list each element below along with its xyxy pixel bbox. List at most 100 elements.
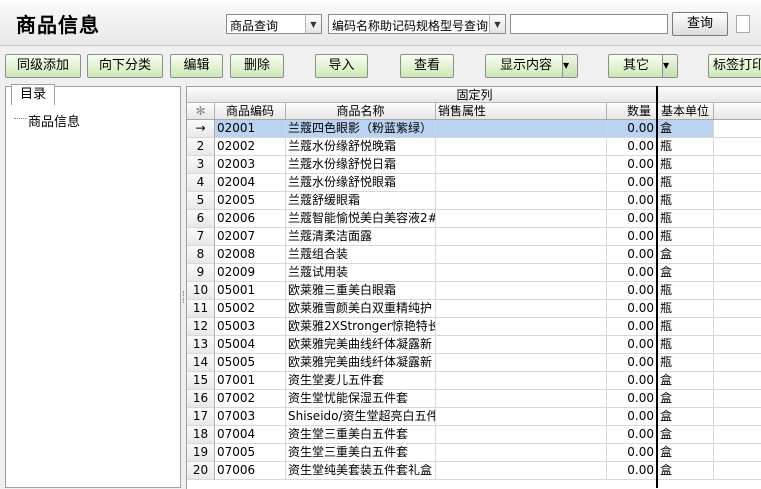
cell-unit[interactable]: 瓶 <box>658 138 714 156</box>
cell-name[interactable]: 兰蔻智能愉悦美白美容液2# <box>286 210 436 228</box>
cell-name[interactable]: Shiseido/资生堂超亮白五件 <box>286 408 436 426</box>
cell-sales-attr[interactable] <box>436 192 607 210</box>
cell-code[interactable]: 02005 <box>215 192 286 210</box>
cell-sales-attr[interactable] <box>436 174 607 192</box>
cell-sales-attr[interactable] <box>436 282 607 300</box>
cell-name[interactable]: 兰蔻水份缘舒悦日霜 <box>286 156 436 174</box>
cell-name[interactable]: 欧莱雅完美曲线纤体凝露新 <box>286 354 436 372</box>
cell-quantity[interactable]: 0.00 <box>607 120 658 138</box>
cell-unit[interactable]: 瓶 <box>658 354 714 372</box>
tab-catalog[interactable]: 目录 <box>11 84 55 105</box>
row-number[interactable]: 8 <box>187 246 215 264</box>
row-number[interactable]: 19 <box>187 444 215 462</box>
table-row[interactable]: 12 05003 欧莱雅2XStronger惊艳特长 0.00 瓶 <box>187 318 761 336</box>
cell-code[interactable]: 02001 <box>215 120 286 138</box>
cell-quantity[interactable]: 0.00 <box>607 336 658 354</box>
table-row[interactable]: 15 07001 资生堂麦儿五件套 0.00 盒 <box>187 372 761 390</box>
cell-sales-attr[interactable] <box>436 318 607 336</box>
cell-name[interactable]: 资生堂忧能保湿五件套 <box>286 390 436 408</box>
cell-name[interactable]: 兰蔻水份缘舒悦眼霜 <box>286 174 436 192</box>
row-number[interactable]: 9 <box>187 264 215 282</box>
cell-code[interactable]: 02006 <box>215 210 286 228</box>
query-field-select[interactable]: 编码名称助记码规格型号查询 ▼ <box>328 14 506 34</box>
header-extra-control[interactable] <box>736 15 750 33</box>
table-row[interactable]: 19 07005 资生堂三重美白五件套 0.00 盒 <box>187 444 761 462</box>
row-number[interactable]: 18 <box>187 426 215 444</box>
cell-name[interactable]: 欧莱雅雪颜美白双重精纯护 <box>286 300 436 318</box>
cell-quantity[interactable]: 0.00 <box>607 246 658 264</box>
cell-unit[interactable]: 盒 <box>658 372 714 390</box>
cell-quantity[interactable]: 0.00 <box>607 318 658 336</box>
frozen-column-divider[interactable] <box>656 86 658 488</box>
table-row[interactable]: 2 02002 兰蔻水份缘舒悦晚霜 0.00 瓶 <box>187 138 761 156</box>
edit-button[interactable]: 编辑 <box>170 54 223 78</box>
cell-name[interactable]: 兰蔻四色眼影（粉蓝紫绿） <box>286 120 436 138</box>
cell-code[interactable]: 05002 <box>215 300 286 318</box>
cell-code[interactable]: 07003 <box>215 408 286 426</box>
cell-quantity[interactable]: 0.00 <box>607 264 658 282</box>
row-number[interactable]: 13 <box>187 336 215 354</box>
row-number[interactable]: 14 <box>187 354 215 372</box>
cell-code[interactable]: 05005 <box>215 354 286 372</box>
cell-sales-attr[interactable] <box>436 444 607 462</box>
column-header-quantity[interactable]: 数量 <box>607 103 658 119</box>
other-button[interactable]: 其它 ▼ <box>608 54 678 78</box>
table-row[interactable]: 13 05004 欧莱雅完美曲线纤体凝露新 0.00 瓶 <box>187 336 761 354</box>
chevron-down-icon[interactable]: ▼ <box>305 15 321 33</box>
import-button[interactable]: 导入 <box>315 54 368 78</box>
cell-quantity[interactable]: 0.00 <box>607 138 658 156</box>
table-row[interactable]: 6 02006 兰蔻智能愉悦美白美容液2# 0.00 瓶 <box>187 210 761 228</box>
table-row[interactable]: 7 02007 兰蔻清柔洁面露 0.00 瓶 <box>187 228 761 246</box>
cell-sales-attr[interactable] <box>436 228 607 246</box>
cell-sales-attr[interactable] <box>436 156 607 174</box>
cell-code[interactable]: 02003 <box>215 156 286 174</box>
cell-unit[interactable]: 瓶 <box>658 282 714 300</box>
cell-sales-attr[interactable] <box>436 300 607 318</box>
view-button[interactable]: 查看 <box>400 54 454 78</box>
cell-sales-attr[interactable] <box>436 372 607 390</box>
cell-sales-attr[interactable] <box>436 408 607 426</box>
cell-code[interactable]: 07002 <box>215 390 286 408</box>
chevron-down-icon[interactable]: ▼ <box>489 15 505 33</box>
cell-code[interactable]: 02009 <box>215 264 286 282</box>
table-row[interactable]: 14 05005 欧莱雅完美曲线纤体凝露新 0.00 瓶 <box>187 354 761 372</box>
label-print-button[interactable]: 标签打印 <box>708 54 761 78</box>
table-row[interactable]: 4 02004 兰蔻水份缘舒悦眼霜 0.00 瓶 <box>187 174 761 192</box>
cell-unit[interactable]: 盒 <box>658 120 714 138</box>
cell-sales-attr[interactable] <box>436 462 607 480</box>
panel-splitter-handle[interactable]: ⁞ ⁞ <box>182 290 185 320</box>
row-number[interactable]: 17 <box>187 408 215 426</box>
cell-unit[interactable]: 瓶 <box>658 300 714 318</box>
cell-unit[interactable]: 盒 <box>658 426 714 444</box>
row-number[interactable]: 11 <box>187 300 215 318</box>
cell-name[interactable]: 兰蔻水份缘舒悦晚霜 <box>286 138 436 156</box>
table-row[interactable]: 20 07006 资生堂纯美套装五件套礼盒 0.00 盒 <box>187 462 761 480</box>
row-number[interactable]: 15 <box>187 372 215 390</box>
column-header-sales-attr[interactable]: 销售属性 <box>436 103 607 119</box>
column-header-code[interactable]: 商品编码 <box>215 103 286 119</box>
table-row[interactable]: 11 05002 欧莱雅雪颜美白双重精纯护 0.00 瓶 <box>187 300 761 318</box>
table-row[interactable]: 5 02005 兰蔻舒缓眼霜 0.00 瓶 <box>187 192 761 210</box>
cell-name[interactable]: 欧莱雅三重美白眼霜 <box>286 282 436 300</box>
column-header-name[interactable]: 商品名称 <box>286 103 436 119</box>
cell-sales-attr[interactable] <box>436 210 607 228</box>
cell-quantity[interactable]: 0.00 <box>607 300 658 318</box>
chevron-down-icon[interactable]: ▼ <box>662 55 677 77</box>
cell-name[interactable]: 兰蔻试用装 <box>286 264 436 282</box>
table-row[interactable]: 10 05001 欧莱雅三重美白眼霜 0.00 瓶 <box>187 282 761 300</box>
table-row[interactable]: 17 07003 Shiseido/资生堂超亮白五件 0.00 盒 <box>187 408 761 426</box>
cell-quantity[interactable]: 0.00 <box>607 354 658 372</box>
cell-name[interactable]: 兰蔻组合装 <box>286 246 436 264</box>
cell-quantity[interactable]: 0.00 <box>607 282 658 300</box>
cell-unit[interactable]: 盒 <box>658 444 714 462</box>
cell-sales-attr[interactable] <box>436 138 607 156</box>
cell-name[interactable]: 资生堂麦儿五件套 <box>286 372 436 390</box>
row-number[interactable]: 12 <box>187 318 215 336</box>
delete-button[interactable]: 删除 <box>230 54 284 78</box>
cell-unit[interactable]: 瓶 <box>658 210 714 228</box>
cell-quantity[interactable]: 0.00 <box>607 390 658 408</box>
cell-name[interactable]: 兰蔻清柔洁面露 <box>286 228 436 246</box>
cell-unit[interactable]: 盒 <box>658 462 714 480</box>
row-number[interactable]: 16 <box>187 390 215 408</box>
cell-quantity[interactable]: 0.00 <box>607 174 658 192</box>
